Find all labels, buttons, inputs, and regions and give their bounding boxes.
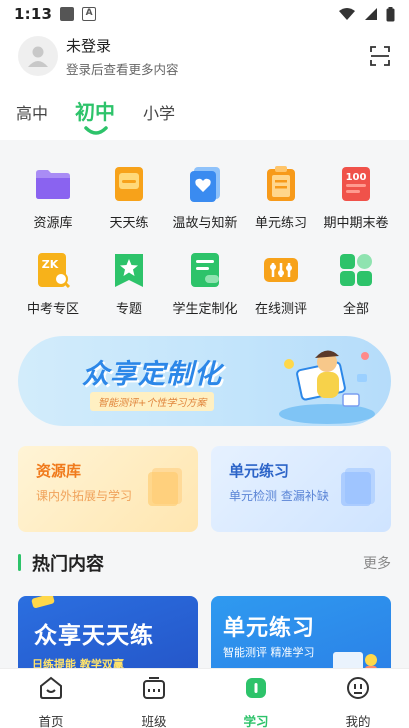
grid-label: 专题 <box>115 302 142 317</box>
battery-icon <box>386 6 395 21</box>
bottom-nav: 首页 班级 学习 我的 <box>0 668 409 728</box>
banner-student-illustration <box>279 350 375 424</box>
home-icon <box>40 676 62 699</box>
pencil-decoration-icon <box>31 596 55 609</box>
section-title: 热门内容 <box>32 554 104 575</box>
default-avatar-icon <box>28 46 48 67</box>
user-header: 未登录 登录后查看更多内容 <box>18 34 394 78</box>
all-grid-icon <box>336 250 376 290</box>
study-icon <box>246 678 266 698</box>
grid-label: 期中期末卷 <box>323 216 389 231</box>
grid-item-zhongkao[interactable]: ZK 中考专区 <box>13 250 93 317</box>
card-resource-library[interactable]: 资源库 课内外拓展与学习 <box>18 446 198 532</box>
tab-active-indicator <box>84 126 108 135</box>
grid-item-online-assessment[interactable]: 在线测评 <box>241 250 321 317</box>
grid-label: 单元练习 <box>254 216 307 231</box>
banner-subtitle: 智能测评+个性学习方案 <box>90 392 215 411</box>
promo-title: 众享天天练 <box>34 623 154 649</box>
grade-tabs: 高中 初中 小学 <box>0 92 409 138</box>
more-link[interactable]: 更多 <box>363 553 391 573</box>
grid-item-resource-library[interactable]: 资源库 <box>13 164 93 231</box>
folder-icon <box>33 164 73 204</box>
content-area: 资源库 天天练 温故与知新 单元练习 100 期中期末卷 ZK 中考专区 专题 … <box>0 140 409 668</box>
grid-label: 温故与知新 <box>172 216 238 231</box>
exam-100-icon: 100 <box>336 164 376 204</box>
grid-label: 中考专区 <box>26 302 79 317</box>
grid-item-student-custom[interactable]: 学生定制化 <box>165 250 245 317</box>
notification-square-icon <box>60 7 75 21</box>
nav-label: 学习 <box>243 714 269 728</box>
svg-text:ZK: ZK <box>42 258 59 271</box>
grid-item-unit-practice[interactable]: 单元练习 <box>241 164 321 231</box>
status-bar: 1:13 A <box>0 0 409 28</box>
grid-label: 全部 <box>342 302 369 317</box>
document-decoration-icon <box>341 468 375 506</box>
grid-label: 学生定制化 <box>172 302 238 317</box>
user-name[interactable]: 未登录 <box>66 35 179 56</box>
scan-icon <box>370 46 390 66</box>
grid-item-topics[interactable]: 专题 <box>89 250 169 317</box>
nav-profile[interactable]: 我的 <box>328 675 388 728</box>
status-time: 1:13 <box>14 5 53 23</box>
grid-item-midterm-final[interactable]: 100 期中期末卷 <box>316 164 396 231</box>
zk-search-icon: ZK <box>33 250 73 290</box>
class-icon <box>143 677 165 699</box>
grid-item-all[interactable]: 全部 <box>316 250 396 317</box>
grid-item-review[interactable]: 温故与知新 <box>165 164 245 231</box>
login-prompt[interactable]: 未登录 登录后查看更多内容 <box>66 35 179 78</box>
tab-junior-high[interactable]: 初中 <box>75 96 115 125</box>
promo-subtitle: 智能测评 精准学习 <box>223 646 315 659</box>
grid-label: 资源库 <box>33 216 73 231</box>
nav-study[interactable]: 学习 <box>226 675 286 728</box>
hot-content-header: 热门内容 更多 <box>18 550 391 576</box>
promo-title: 单元练习 <box>223 616 316 641</box>
svg-text:100: 100 <box>346 172 367 183</box>
nav-label: 我的 <box>345 714 371 728</box>
nav-label: 首页 <box>38 714 64 728</box>
avatar[interactable] <box>18 36 58 76</box>
banner-title: 众享定制化 <box>82 359 222 390</box>
review-heart-icon <box>185 164 225 204</box>
wifi-icon <box>339 8 355 20</box>
tab-senior-high[interactable]: 高中 <box>16 100 48 124</box>
tab-primary[interactable]: 小学 <box>143 100 175 124</box>
customize-icon <box>185 250 225 290</box>
nav-label: 班级 <box>141 714 167 728</box>
user-subtitle: 登录后查看更多内容 <box>66 61 179 77</box>
star-bookmark-icon <box>109 250 149 290</box>
clipboard-icon <box>261 164 301 204</box>
custom-banner[interactable]: 众享定制化 智能测评+个性学习方案 <box>18 336 391 426</box>
grid-item-daily-practice[interactable]: 天天练 <box>89 164 169 231</box>
nav-class[interactable]: 班级 <box>124 675 184 728</box>
nav-home[interactable]: 首页 <box>21 675 81 728</box>
sliders-icon <box>261 250 301 290</box>
notification-a-icon: A <box>82 7 97 21</box>
daily-practice-icon <box>109 164 149 204</box>
profile-icon <box>347 677 369 699</box>
signal-icon <box>365 8 377 20</box>
grid-label: 在线测评 <box>254 302 307 317</box>
promo-daily-practice[interactable]: 众享天天练 日练提能 教学双赢 <box>18 596 198 668</box>
promo-illustration <box>333 652 377 668</box>
promo-subtitle: 日练提能 教学双赢 <box>32 658 124 668</box>
grid-label: 天天练 <box>109 216 149 231</box>
book-decoration-icon <box>148 468 182 506</box>
promo-unit-practice[interactable]: 单元练习 智能测评 精准学习 <box>211 596 391 668</box>
scan-button[interactable] <box>366 42 394 70</box>
section-accent-bar <box>18 554 21 571</box>
card-unit-practice[interactable]: 单元练习 单元检测 查漏补缺 <box>211 446 391 532</box>
